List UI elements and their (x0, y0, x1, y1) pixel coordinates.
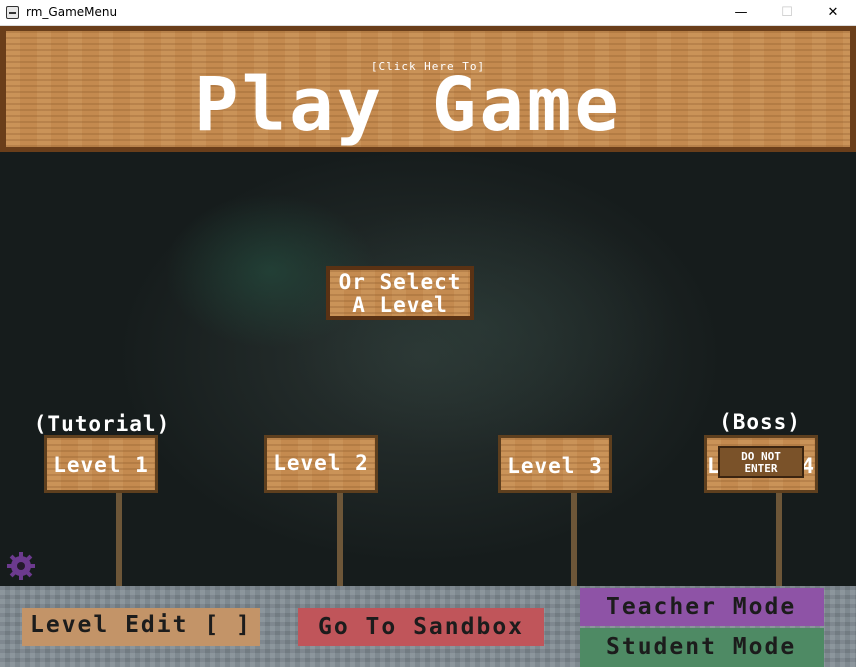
level-1-button[interactable]: Level 1 (44, 435, 158, 493)
level-edit-button[interactable]: Level Edit [ ] (22, 608, 260, 646)
select-sign-line1: Or Select (338, 270, 462, 294)
level-2-button[interactable]: Level 2 (264, 435, 378, 493)
close-button[interactable]: ✕ (810, 0, 856, 26)
gear-icon[interactable] (6, 551, 36, 581)
level-3-button[interactable]: Level 3 (498, 435, 612, 493)
play-game-button[interactable]: [Click Here To] Play Game (0, 26, 856, 152)
level-3-post (571, 492, 577, 586)
level-4-note: (Boss) (719, 410, 801, 434)
app-window-icon (6, 6, 19, 19)
teacher-mode-label: Teacher Mode (606, 594, 797, 620)
do-not-enter-line2: ENTER (744, 462, 778, 475)
teacher-mode-button[interactable]: Teacher Mode (580, 588, 824, 626)
level-2-label: Level 2 (267, 438, 375, 490)
go-to-sandbox-button[interactable]: Go To Sandbox (298, 608, 544, 646)
minimize-button[interactable]: — (718, 0, 764, 26)
level-3-label: Level 3 (501, 438, 609, 490)
maximize-button[interactable]: ☐ (764, 0, 810, 26)
bottom-bar: Level Edit [ ] Go To Sandbox Teacher Mod… (0, 586, 856, 667)
do-not-enter-sign: DO NOT ENTER (718, 446, 804, 478)
level-4-post (776, 492, 782, 586)
level-1-post (116, 492, 122, 586)
play-game-title: Play Game (194, 62, 622, 148)
select-level-sign: Or Select A Level (326, 266, 474, 320)
level-edit-label: Level Edit [ ] (30, 612, 252, 638)
student-mode-label: Student Mode (606, 634, 797, 660)
level-2-post (337, 492, 343, 586)
window-title: rm_GameMenu (26, 5, 118, 19)
window-titlebar: rm_GameMenu — ☐ ✕ (0, 0, 856, 26)
level-1-note: (Tutorial) (33, 412, 171, 436)
level-1-label: Level 1 (47, 438, 155, 490)
select-sign-line2: A Level (352, 293, 448, 317)
sandbox-label: Go To Sandbox (318, 614, 525, 640)
student-mode-button[interactable]: Student Mode (580, 628, 824, 667)
